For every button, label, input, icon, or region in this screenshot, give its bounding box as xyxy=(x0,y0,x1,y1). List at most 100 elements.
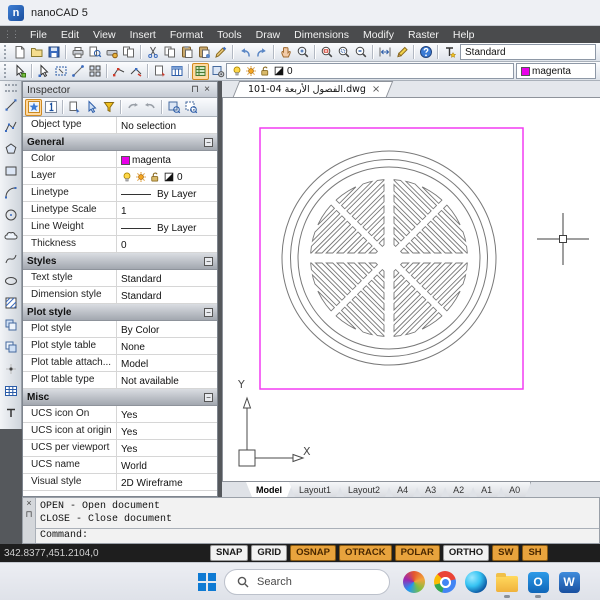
drawing-canvas[interactable]: Y X xyxy=(222,98,600,481)
layers-icon[interactable] xyxy=(192,63,209,80)
section-misc[interactable]: Misc− xyxy=(23,389,217,406)
section-plot-style[interactable]: Plot style− xyxy=(23,304,217,321)
menu-modify[interactable]: Modify xyxy=(356,26,401,43)
help-icon[interactable] xyxy=(417,44,434,61)
command-close-icon[interactable]: × xyxy=(26,499,31,507)
property-value[interactable]: By Layer xyxy=(117,185,217,201)
property-value[interactable]: 2D Wireframe xyxy=(117,474,217,490)
copy-props-icon[interactable] xyxy=(66,99,83,116)
command-pin-icon[interactable]: ⊓ xyxy=(25,510,32,518)
open-icon[interactable] xyxy=(28,44,45,61)
line-icon[interactable] xyxy=(2,94,20,116)
layout-tab-layout1[interactable]: Layout1 xyxy=(289,482,342,497)
property-value[interactable]: 0 xyxy=(117,236,217,252)
block-in-icon[interactable] xyxy=(151,63,168,80)
layout-tab-a3[interactable]: A3 xyxy=(415,482,447,497)
arrow-r-icon[interactable] xyxy=(141,99,158,116)
cut-icon[interactable] xyxy=(144,44,161,61)
cursor-blue-icon[interactable] xyxy=(83,99,100,116)
batch-plot-icon[interactable] xyxy=(120,44,137,61)
zoom-sel-icon[interactable] xyxy=(165,99,182,116)
layer-combo[interactable]: 0 xyxy=(226,63,514,79)
layout-tab-a0[interactable]: A0 xyxy=(499,482,531,497)
layout-tab-a1[interactable]: A1 xyxy=(471,482,503,497)
funnel-icon[interactable] xyxy=(100,99,117,116)
selection-icon[interactable] xyxy=(11,63,28,80)
copy-icon[interactable] xyxy=(161,44,178,61)
plot-icon[interactable] xyxy=(69,44,86,61)
one-icon[interactable] xyxy=(42,99,59,116)
collapse-icon[interactable]: − xyxy=(204,393,213,402)
toggle-sh[interactable]: SH xyxy=(522,545,547,561)
menu-raster[interactable]: Raster xyxy=(401,26,446,43)
prop-star-icon[interactable] xyxy=(25,99,42,116)
property-value[interactable]: magenta xyxy=(117,151,217,167)
menu-file[interactable]: File xyxy=(23,26,54,43)
node-insert-icon[interactable] xyxy=(110,63,127,80)
point-icon[interactable] xyxy=(2,358,20,380)
measure-icon[interactable] xyxy=(69,63,86,80)
region-icon[interactable] xyxy=(2,314,20,336)
toggle-sw[interactable]: SW xyxy=(492,545,519,561)
zoom-out-icon[interactable] xyxy=(352,44,369,61)
pin-icon[interactable]: ⊓ xyxy=(189,84,201,96)
collapse-icon[interactable]: − xyxy=(204,257,213,266)
format-brush-icon[interactable] xyxy=(212,44,229,61)
node-trim-icon[interactable] xyxy=(127,63,144,80)
text-icon[interactable] xyxy=(2,402,20,424)
document-tab[interactable]: 101-04 الفصول الأربعة.dwg × xyxy=(236,81,390,97)
edit-pencil-icon[interactable] xyxy=(393,44,410,61)
outlook-app-icon[interactable]: O xyxy=(526,570,550,594)
collapse-icon[interactable]: − xyxy=(204,138,213,147)
property-value[interactable]: Yes xyxy=(117,440,217,456)
undo-icon[interactable] xyxy=(236,44,253,61)
document-close-icon[interactable]: × xyxy=(372,84,380,95)
paste-special-icon[interactable] xyxy=(195,44,212,61)
ellipse-icon[interactable] xyxy=(2,270,20,292)
toggle-ortho[interactable]: ORTHO xyxy=(443,545,489,561)
layout-tab-a4[interactable]: A4 xyxy=(387,482,419,497)
property-value[interactable]: Yes xyxy=(117,423,217,439)
menu-insert[interactable]: Insert xyxy=(123,26,163,43)
plot-settings-icon[interactable] xyxy=(103,44,120,61)
zoom-prev-icon[interactable] xyxy=(182,99,199,116)
close-icon[interactable]: × xyxy=(201,84,213,96)
property-value[interactable]: Not available xyxy=(117,372,217,388)
zoom-realtime-icon[interactable] xyxy=(294,44,311,61)
menu-draw[interactable]: Draw xyxy=(249,26,288,43)
menu-view[interactable]: View xyxy=(86,26,123,43)
rectangle-icon[interactable] xyxy=(2,160,20,182)
property-value[interactable]: By Color xyxy=(117,321,217,337)
command-prompt[interactable]: Command: xyxy=(36,528,599,543)
toggle-osnap[interactable]: OSNAP xyxy=(290,545,336,561)
collapse-icon[interactable]: − xyxy=(204,308,213,317)
edge-app-icon[interactable] xyxy=(464,570,488,594)
property-value[interactable]: Standard xyxy=(117,287,217,303)
circle-icon[interactable] xyxy=(2,204,20,226)
toolbar-grip-icon[interactable] xyxy=(5,84,17,92)
property-value[interactable]: Standard xyxy=(117,270,217,286)
arrow-l-icon[interactable] xyxy=(124,99,141,116)
pinwheel-app-icon[interactable] xyxy=(402,570,426,594)
calendar-icon[interactable] xyxy=(168,63,185,80)
section-general[interactable]: General− xyxy=(23,134,217,151)
menu-edit[interactable]: Edit xyxy=(54,26,86,43)
menu-grip-icon[interactable]: ⋮⋮ xyxy=(3,29,19,40)
zoom-dynamic-icon[interactable] xyxy=(335,44,352,61)
polygon-icon[interactable] xyxy=(2,138,20,160)
color-combo[interactable]: magenta xyxy=(516,63,596,79)
region-copy-icon[interactable] xyxy=(2,336,20,358)
property-value[interactable]: World xyxy=(117,457,217,473)
taskbar-search[interactable]: Search xyxy=(224,569,390,595)
text-style-combo[interactable]: Standard xyxy=(460,44,596,60)
property-value[interactable]: Yes xyxy=(117,406,217,422)
property-value[interactable]: By Layer xyxy=(117,219,217,235)
menu-tools[interactable]: Tools xyxy=(210,26,249,43)
property-value[interactable]: None xyxy=(117,338,217,354)
property-value[interactable]: 1 xyxy=(117,202,217,218)
toggle-otrack[interactable]: OTRACK xyxy=(339,545,392,561)
toggle-snap[interactable]: SNAP xyxy=(210,545,248,561)
polyline-icon[interactable] xyxy=(2,116,20,138)
menu-help[interactable]: Help xyxy=(446,26,482,43)
paste-icon[interactable] xyxy=(178,44,195,61)
